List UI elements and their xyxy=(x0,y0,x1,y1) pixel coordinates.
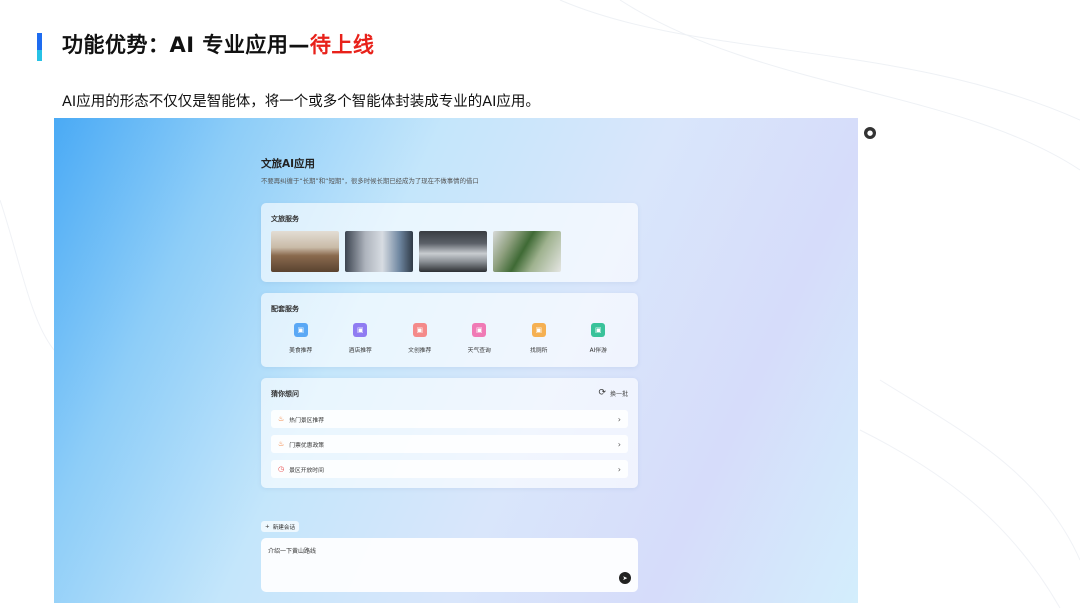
service-list: ▣ 美食推荐 ▣ 酒店推荐 ▣ 文创推荐 ▣ 天气查询 ▣ 找厕所 ▣ AI伴游 xyxy=(261,323,638,354)
question-item[interactable]: ♨ 门票优惠政策 › xyxy=(271,435,628,453)
clock-icon: ◷ xyxy=(278,465,285,473)
culture-service-title: 文旅服务 xyxy=(271,215,299,223)
new-chat-label: 新建会话 xyxy=(272,524,296,531)
photo-list xyxy=(271,231,561,272)
question-text: 热门景区推荐 xyxy=(289,417,325,424)
slide-title-prefix: 功能优势：AI 专业应用— xyxy=(62,33,310,57)
chat-input[interactable]: 介绍一下黄山路线 ➤ xyxy=(261,538,638,592)
question-list: ♨ 热门景区推荐 › ♨ 门票优惠政策 › ◷ 景区开放时间 › xyxy=(271,410,628,485)
photo-1[interactable] xyxy=(271,231,339,272)
chevron-right-icon: › xyxy=(617,414,621,424)
hotel-icon: ▣ xyxy=(353,323,368,337)
gift-icon: ▣ xyxy=(412,323,427,337)
chevron-right-icon: › xyxy=(617,464,621,474)
service-label: AI伴游 xyxy=(589,348,607,354)
send-button[interactable]: ➤ xyxy=(619,572,631,584)
refresh-label: 换一批 xyxy=(609,390,628,398)
slide-title-highlight: 待上线 xyxy=(309,33,375,57)
toilet-icon: ▣ xyxy=(531,323,546,337)
service-label: 酒店推荐 xyxy=(348,348,372,354)
weather-icon: ▣ xyxy=(472,323,487,337)
app-screenshot: 文旅AI应用 不要再纠缠于“长期”和“短期”，很多时候长期已经成为了现在不做事情… xyxy=(54,118,858,603)
service-hotel[interactable]: ▣ 酒店推荐 xyxy=(335,323,385,354)
service-ai-guide[interactable]: ▣ AI伴游 xyxy=(573,323,623,354)
fire-icon: ♨ xyxy=(278,415,285,423)
refresh-button[interactable]: ⟳ 换一批 xyxy=(598,388,628,398)
send-icon: ➤ xyxy=(622,574,628,582)
guess-card: 猜你想问 ⟳ 换一批 ♨ 热门景区推荐 › ♨ 门票优惠政策 › ◷ 景区开放时… xyxy=(261,378,638,488)
service-gift[interactable]: ▣ 文创推荐 xyxy=(395,323,445,354)
new-chat-button[interactable]: + 新建会话 xyxy=(261,521,300,532)
service-label: 天气查询 xyxy=(467,348,491,354)
photo-2[interactable] xyxy=(345,231,413,272)
service-weather[interactable]: ▣ 天气查询 xyxy=(454,323,504,354)
question-text: 门票优惠政策 xyxy=(289,442,325,449)
service-toilet[interactable]: ▣ 找厕所 xyxy=(514,323,564,354)
service-food[interactable]: ▣ 美食推荐 xyxy=(276,323,326,354)
slide-subtitle: AI应用的形态不仅仅是智能体，将一个或多个智能体封装成专业的AI应用。 xyxy=(62,94,540,110)
photo-3[interactable] xyxy=(419,231,487,272)
service-label: 美食推荐 xyxy=(289,348,313,354)
food-icon: ▣ xyxy=(293,323,308,337)
chat-input-value: 介绍一下黄山路线 xyxy=(268,548,317,555)
refresh-icon: ⟳ xyxy=(598,388,606,398)
question-item[interactable]: ◷ 景区开放时间 › xyxy=(271,460,628,478)
ai-guide-icon: ▣ xyxy=(591,323,606,337)
app-description: 不要再纠缠于“长期”和“短期”，很多时候长期已经成为了现在不做事情的借口 xyxy=(261,177,479,185)
support-service-title: 配套服务 xyxy=(271,305,299,313)
question-item[interactable]: ♨ 热门景区推荐 › xyxy=(271,410,628,428)
culture-service-card: 文旅服务 xyxy=(261,203,638,282)
chevron-right-icon: › xyxy=(617,439,621,449)
photo-4[interactable] xyxy=(493,231,561,272)
service-label: 找厕所 xyxy=(530,348,548,354)
fire-icon: ♨ xyxy=(278,440,285,448)
guess-title: 猜你想问 xyxy=(271,390,299,398)
question-text: 景区开放时间 xyxy=(289,467,324,474)
slide-title: 功能优势：AI 专业应用—待上线 xyxy=(62,29,374,59)
service-label: 文创推荐 xyxy=(408,348,432,354)
avatar-icon[interactable]: ● xyxy=(864,127,876,139)
title-accent-bar xyxy=(37,33,42,61)
plus-icon: + xyxy=(265,523,270,530)
app-title: 文旅AI应用 xyxy=(261,158,316,170)
support-service-card: 配套服务 ▣ 美食推荐 ▣ 酒店推荐 ▣ 文创推荐 ▣ 天气查询 ▣ 找厕所 ▣… xyxy=(261,293,638,367)
